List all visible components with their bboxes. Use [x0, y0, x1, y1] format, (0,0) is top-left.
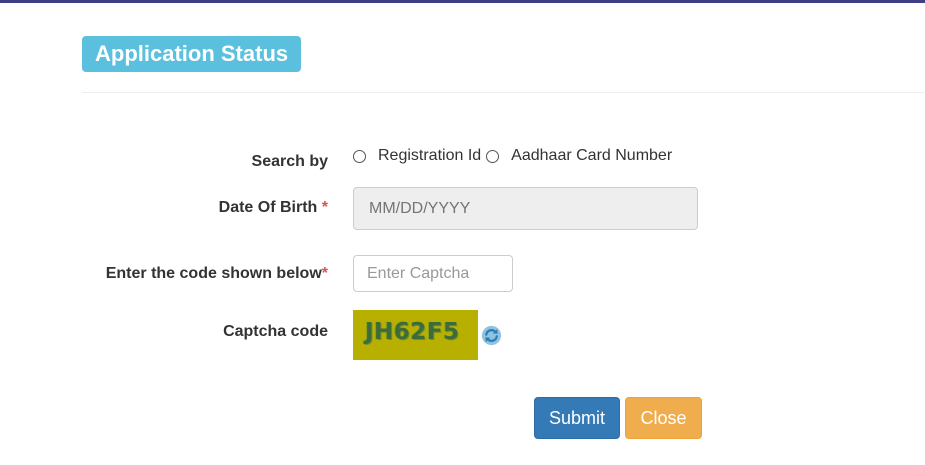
captcha-input[interactable]	[353, 255, 513, 292]
captcha-code-label: Captcha code	[223, 323, 328, 340]
dob-input[interactable]	[353, 187, 698, 230]
dob-required-mark: *	[321, 199, 328, 216]
top-border	[0, 0, 925, 3]
registration-id-radio-label[interactable]: Registration Id	[378, 147, 481, 165]
dob-label: Date Of Birth *	[219, 199, 328, 217]
captcha-code-text: JH62F5	[365, 319, 460, 345]
close-button[interactable]: Close	[625, 397, 702, 439]
submit-button[interactable]: Submit	[534, 397, 620, 439]
captcha-entry-label: Enter the code shown below*	[106, 265, 328, 283]
aadhaar-card-radio-label[interactable]: Aadhaar Card Number	[511, 147, 672, 165]
page-title: Application Status	[82, 36, 302, 72]
captcha-required-mark: *	[321, 265, 328, 282]
registration-id-radio[interactable]	[353, 149, 366, 163]
header-divider	[82, 92, 925, 93]
dob-label-text: Date Of Birth	[218, 199, 318, 216]
captcha-entry-label-text: Enter the code shown below	[105, 265, 322, 282]
search-by-label: Search by	[251, 153, 328, 170]
aadhaar-card-radio[interactable]	[486, 149, 500, 163]
captcha-image: JH62F5	[353, 310, 478, 360]
search-by-radio-group: Registration Id Aadhaar Card Number	[353, 147, 672, 165]
refresh-icon[interactable]	[481, 325, 502, 346]
